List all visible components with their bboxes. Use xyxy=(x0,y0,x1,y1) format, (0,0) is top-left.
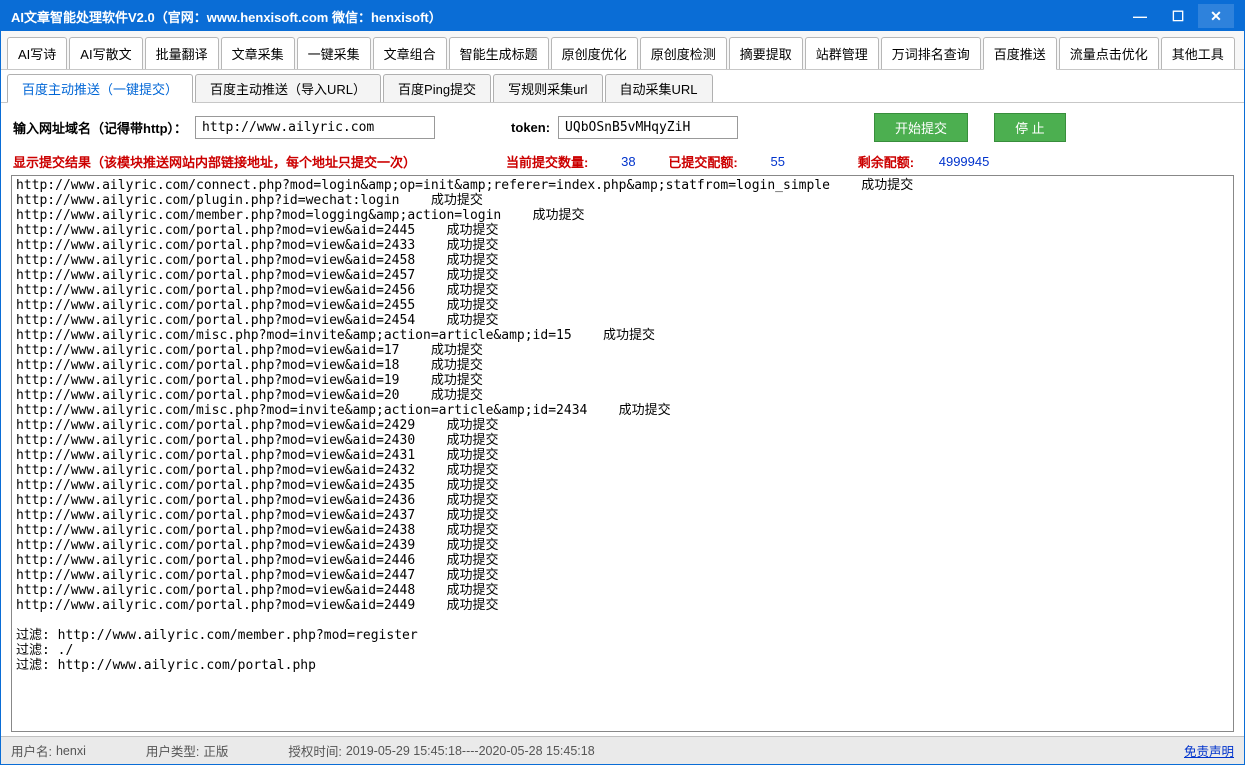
maximize-button[interactable]: ☐ xyxy=(1160,4,1196,28)
sub-tab[interactable]: 写规则采集url xyxy=(493,74,602,102)
app-window: AI文章智能处理软件V2.0（官网：www.henxisoft.com 微信：h… xyxy=(0,0,1245,765)
main-tab[interactable]: 流量点击优化 xyxy=(1059,37,1159,69)
main-tab[interactable]: AI写诗 xyxy=(7,37,67,69)
stats-row: 显示提交结果（该模块推送网站内部链接地址，每个地址只提交一次） 当前提交数量: … xyxy=(1,152,1244,175)
user-label: 用户名: xyxy=(11,741,52,760)
sub-tab[interactable]: 自动采集URL xyxy=(605,74,713,102)
sub-tab-bar: 百度主动推送（一键提交）百度主动推送（导入URL）百度Ping提交写规则采集ur… xyxy=(1,70,1244,103)
main-tab[interactable]: 百度推送 xyxy=(983,37,1057,70)
main-tab[interactable]: 一键采集 xyxy=(297,37,371,69)
auth-label: 授权时间: xyxy=(288,741,341,760)
main-tab[interactable]: 文章组合 xyxy=(373,37,447,69)
current-label: 当前提交数量: xyxy=(506,152,588,171)
main-tab[interactable]: AI写散文 xyxy=(69,37,142,69)
sub-tab[interactable]: 百度Ping提交 xyxy=(383,74,491,102)
main-tab[interactable]: 批量翻译 xyxy=(145,37,219,69)
main-tab[interactable]: 原创度优化 xyxy=(551,37,638,69)
auth-value: 2019-05-29 15:45:18----2020-05-28 15:45:… xyxy=(346,744,595,758)
statusbar: 用户名: henxi 用户类型: 正版 授权时间: 2019-05-29 15:… xyxy=(1,736,1244,764)
type-label: 用户类型: xyxy=(146,741,199,760)
minimize-button[interactable]: — xyxy=(1122,4,1158,28)
sub-tab[interactable]: 百度主动推送（导入URL） xyxy=(195,74,381,102)
log-textarea[interactable]: http://www.ailyric.com/connect.php?mod=l… xyxy=(11,175,1234,732)
main-tab[interactable]: 文章采集 xyxy=(221,37,295,69)
window-title: AI文章智能处理软件V2.0（官网：www.henxisoft.com 微信：h… xyxy=(11,7,1122,26)
close-button[interactable]: ✕ xyxy=(1198,4,1234,28)
disclaimer-link[interactable]: 免责声明 xyxy=(1184,741,1234,760)
remain-value: 4999945 xyxy=(924,154,1004,169)
domain-label: 输入网址域名（记得带http）： xyxy=(13,118,187,137)
current-value: 38 xyxy=(598,154,658,169)
domain-input[interactable] xyxy=(195,116,435,139)
sub-tab[interactable]: 百度主动推送（一键提交） xyxy=(7,74,193,103)
result-label: 显示提交结果（该模块推送网站内部链接地址，每个地址只提交一次） xyxy=(13,152,416,171)
submitted-label: 已提交配额: xyxy=(668,152,737,171)
submitted-value: 55 xyxy=(748,154,808,169)
main-tab-bar: AI写诗AI写散文批量翻译文章采集一键采集文章组合智能生成标题原创度优化原创度检… xyxy=(1,31,1244,70)
main-tab[interactable]: 智能生成标题 xyxy=(449,37,549,69)
main-tab[interactable]: 摘要提取 xyxy=(729,37,803,69)
token-label: token: xyxy=(511,120,550,135)
token-input[interactable] xyxy=(558,116,738,139)
main-tab[interactable]: 原创度检测 xyxy=(640,37,727,69)
main-tab[interactable]: 站群管理 xyxy=(805,37,879,69)
type-value: 正版 xyxy=(203,741,228,760)
main-tab[interactable]: 其他工具 xyxy=(1161,37,1235,69)
window-controls: — ☐ ✕ xyxy=(1122,4,1234,28)
remain-label: 剩余配额: xyxy=(858,152,914,171)
user-value: henxi xyxy=(56,744,86,758)
titlebar: AI文章智能处理软件V2.0（官网：www.henxisoft.com 微信：h… xyxy=(1,1,1244,31)
start-button[interactable]: 开始提交 xyxy=(874,113,968,142)
stop-button[interactable]: 停 止 xyxy=(994,113,1066,142)
input-row: 输入网址域名（记得带http）： token: 开始提交 停 止 xyxy=(1,103,1244,152)
main-tab[interactable]: 万词排名查询 xyxy=(881,37,981,69)
